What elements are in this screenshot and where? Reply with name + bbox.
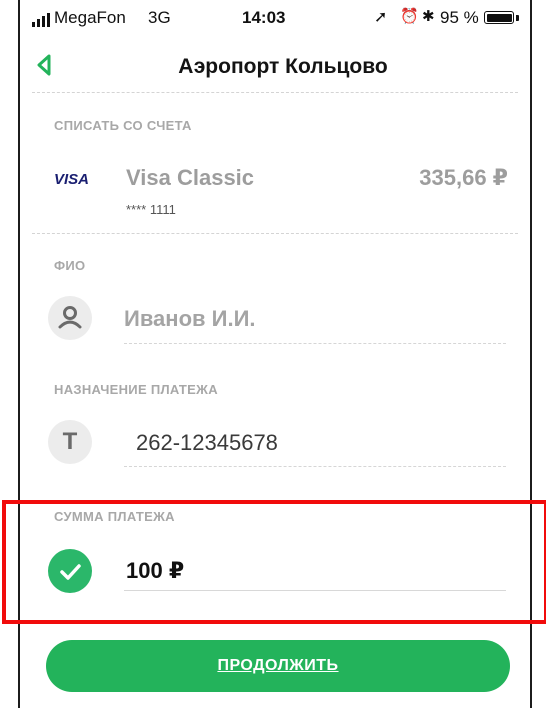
location-arrow-icon: ➚ [374,9,388,26]
letter-t-icon: T [48,420,92,464]
fio-underline [124,343,506,344]
battery-percent: 95 % [440,8,479,27]
page-title: Аэропорт Кольцово [178,55,388,78]
carrier-name: MegaFon [54,8,126,27]
network-type: 3G [148,8,171,27]
checkmark-icon [48,549,92,593]
person-icon [48,296,92,340]
card-balance: 335,66 ₽ [419,165,508,190]
purpose-label: НАЗНАЧЕНИЕ ПЛАТЕЖА [54,382,218,397]
continue-button[interactable]: ПРОДОЛЖИТЬ [46,640,510,692]
amount-field[interactable]: 100 ₽ [126,558,184,584]
phone-screen: MegaFon 3G 14:03 ➚ ⏰ ✱ 95 % Аэропорт Кол… [2,0,546,708]
fio-field[interactable]: Иванов И.И. [124,306,256,332]
nav-header: Аэропорт Кольцово [20,38,530,94]
signal-icon [32,13,50,27]
fio-label: ФИО [54,258,86,273]
account-label: СПИСАТЬ СО СЧЕТА [54,118,192,133]
purpose-underline [124,466,506,467]
battery-icon [484,11,514,24]
amount-underline [124,590,506,591]
card-name: Visa Classic [126,165,255,190]
bluetooth-icon: ✱ [422,8,435,25]
status-bar: MegaFon 3G 14:03 ➚ ⏰ ✱ 95 % [20,0,530,34]
alarm-icon: ⏰ [400,8,419,25]
visa-logo: VISA [54,171,90,188]
clock: 14:03 [242,8,286,27]
amount-label: СУММА ПЛАТЕЖА [54,509,175,524]
card-number-mask: **** 1111 [126,202,176,217]
purpose-field[interactable]: 262-12345678 [136,430,278,456]
battery-tip [516,15,519,21]
divider [32,92,518,93]
divider [32,233,518,234]
